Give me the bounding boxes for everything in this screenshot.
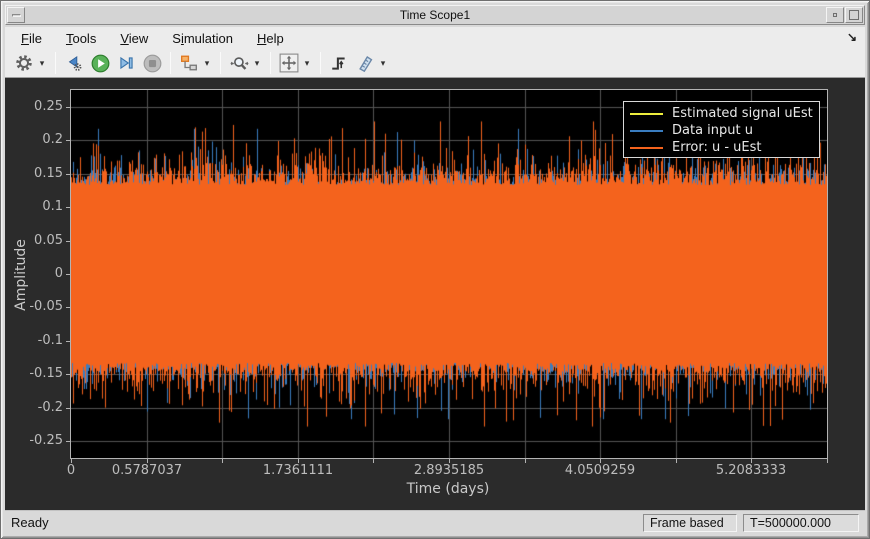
status-text: Ready (11, 515, 49, 530)
dock-arrow-icon[interactable]: ↘ (847, 30, 857, 44)
stop-button[interactable] (140, 51, 164, 75)
step-backward-icon (68, 55, 82, 71)
minimize-icon (833, 13, 837, 17)
x-tick (222, 459, 223, 463)
y-tick-label: -0.05 (29, 299, 63, 314)
legend-entry-label: Estimated signal uEst (672, 106, 813, 121)
y-tick-label: 0 (54, 266, 63, 281)
menu-file[interactable]: File (9, 28, 54, 49)
y-tick (66, 307, 70, 308)
x-tick-label: 0.5787037 (111, 463, 183, 478)
maximize-button[interactable] (845, 7, 863, 23)
step-forward-button[interactable] (114, 51, 138, 75)
y-tick-label: 0.15 (34, 166, 63, 181)
step-forward-icon (120, 56, 133, 70)
statusbar: Ready Frame based T=500000.000 (5, 510, 865, 534)
toolbar-separator (220, 52, 221, 74)
zoom-button[interactable] (227, 51, 251, 75)
menu-simulation[interactable]: Simulation (160, 28, 245, 49)
measurements-dropdown-caret[interactable]: ▾ (378, 58, 388, 69)
legend[interactable]: Estimated signal uEst Data input u Error: … (623, 101, 820, 158)
highlight-simulink-block-button[interactable] (177, 51, 201, 75)
menubar: File Tools View Simulation Help ↘ (5, 27, 865, 49)
y-tick-label: 0.25 (34, 99, 63, 114)
x-tick-label: 1.7361111 (262, 463, 334, 478)
highlight-block-dropdown-caret[interactable]: ▾ (202, 58, 212, 69)
minimize-button[interactable] (826, 7, 844, 23)
toolbar-separator (170, 52, 171, 74)
y-tick-label: 0.2 (42, 132, 63, 147)
scope-figure: Amplitude Time (days) Estimated signal u… (5, 78, 865, 510)
y-tick-label: 0.1 (42, 199, 63, 214)
time-scope-window: Time Scope1 File Tools View Simulation H… (0, 0, 870, 539)
cursor-measurements-button[interactable] (353, 51, 377, 75)
stop-icon (143, 54, 161, 72)
menu-help[interactable]: Help (245, 28, 296, 49)
scale-axes-dropdown-caret[interactable]: ▾ (302, 58, 312, 69)
settings-gear-icon (16, 55, 32, 71)
y-tick (66, 207, 70, 208)
highlight-simulink-block-icon (181, 55, 197, 71)
y-tick (66, 274, 70, 275)
x-tick (676, 459, 677, 463)
run-icon (91, 54, 109, 72)
legend-entry[interactable]: Estimated signal uEst (624, 105, 819, 122)
step-backward-button[interactable] (62, 51, 86, 75)
toolbar-separator (270, 52, 271, 74)
x-tick (373, 459, 374, 463)
scale-axes-icon (279, 53, 299, 73)
settings-button[interactable] (12, 51, 36, 75)
y-tick (66, 374, 70, 375)
y-tick (66, 341, 70, 342)
legend-entry[interactable]: Data input u (624, 122, 819, 139)
legend-entry-label: Error: u - uEst (672, 140, 762, 155)
legend-line-sample (630, 146, 663, 149)
toolbar-separator (320, 52, 321, 74)
menu-tools[interactable]: Tools (54, 28, 108, 49)
window-title: Time Scope1 (399, 8, 471, 22)
zoom-dropdown-caret[interactable]: ▾ (252, 58, 262, 69)
y-tick (66, 140, 70, 141)
x-axis-label: Time (days) (406, 481, 490, 497)
y-tick-label: 0.05 (34, 233, 63, 248)
legend-line-sample (630, 129, 663, 132)
toolbar: ▾ ▾ ▾ ▾ ▾ (5, 49, 865, 78)
cursor-measurements-icon (358, 55, 372, 72)
y-tick (66, 107, 70, 108)
x-tick (525, 459, 526, 463)
trigger-icon (332, 57, 345, 70)
x-tick-label: 5.2083333 (715, 463, 787, 478)
trigger-button[interactable] (327, 51, 351, 75)
toolbar-separator (55, 52, 56, 74)
menu-view[interactable]: View (108, 28, 160, 49)
legend-entry-label: Data input u (672, 123, 753, 138)
y-tick (66, 408, 70, 409)
y-tick (66, 174, 70, 175)
legend-line-sample (630, 112, 663, 115)
zoom-icon (229, 56, 249, 70)
y-tick-label: -0.25 (29, 433, 63, 448)
legend-entry[interactable]: Error: u - uEst (624, 139, 819, 156)
y-tick-label: -0.15 (29, 366, 63, 381)
frame-mode-indicator: Frame based (643, 514, 737, 532)
settings-dropdown-caret[interactable]: ▾ (37, 58, 47, 69)
y-tick (66, 441, 70, 442)
y-tick-label: -0.1 (37, 333, 63, 348)
scale-axes-button[interactable] (277, 51, 301, 75)
y-tick (66, 241, 70, 242)
x-tick-label: 2.8935185 (413, 463, 485, 478)
simulation-time-indicator: T=500000.000 (743, 514, 859, 532)
y-tick-label: -0.2 (37, 400, 63, 415)
titlebar[interactable]: Time Scope1 (5, 5, 865, 25)
maximize-icon (849, 10, 859, 20)
run-button[interactable] (88, 51, 112, 75)
x-tick-label: 4.0509259 (564, 463, 636, 478)
x-tick (827, 459, 828, 463)
